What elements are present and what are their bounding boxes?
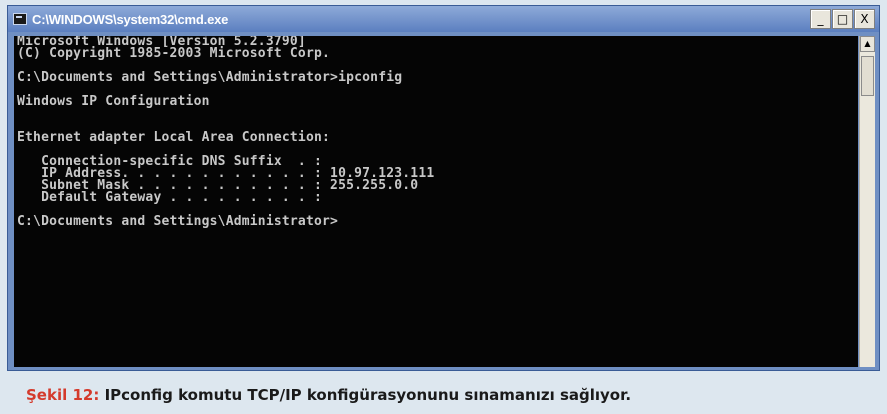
scroll-up-button[interactable]: ▲ [860, 36, 875, 52]
console-line: C:\Documents and Settings\Administrator>… [17, 70, 403, 85]
close-button[interactable]: X [854, 9, 875, 29]
window-title: C:\WINDOWS\system32\cmd.exe [32, 11, 229, 27]
vertical-scrollbar[interactable]: ▲ [859, 36, 875, 367]
figure-caption: Şekil 12: IPconfig komutu TCP/IP konfigü… [0, 376, 887, 414]
scroll-thumb[interactable] [861, 56, 874, 96]
console-line: C:\Documents and Settings\Administrator> [17, 214, 339, 229]
console-line: (C) Copyright 1985-2003 Microsoft Corp. [17, 46, 331, 61]
console-app-icon[interactable] [13, 13, 27, 25]
window-titlebar[interactable]: C:\WINDOWS\system32\cmd.exe _ □ X [8, 6, 879, 32]
caption-label: Şekil 12: [26, 386, 100, 404]
figure: C:\WINDOWS\system32\cmd.exe _ □ X Micros… [0, 0, 887, 414]
console-line: Windows IP Configuration [17, 94, 210, 109]
console-line: Default Gateway . . . . . . . . . : [17, 190, 323, 205]
window-controls: _ □ X [810, 9, 875, 29]
console-line: Ethernet adapter Local Area Connection: [17, 130, 331, 145]
caption-text: IPconfig komutu TCP/IP konfigürasyonunu … [99, 386, 632, 404]
console-output[interactable]: Microsoft Windows [Version 5.2.3790] (C)… [14, 36, 858, 367]
maximize-button[interactable]: □ [832, 9, 853, 29]
minimize-button[interactable]: _ [810, 9, 831, 29]
cmd-window: C:\WINDOWS\system32\cmd.exe _ □ X Micros… [7, 5, 880, 371]
